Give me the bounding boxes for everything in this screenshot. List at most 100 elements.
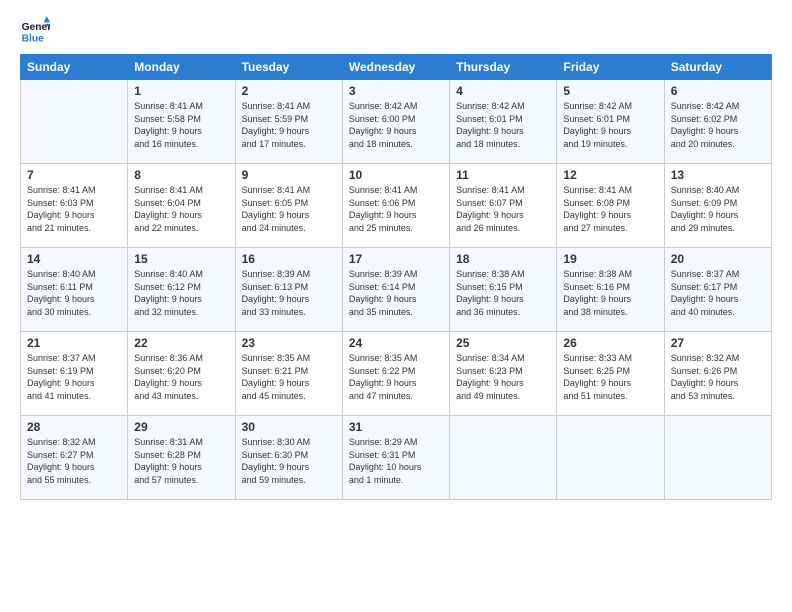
cell-line: Daylight: 9 hours (456, 126, 524, 136)
day-number: 5 (563, 84, 657, 98)
cell-line: and 32 minutes. (134, 307, 198, 317)
cell-line: and 49 minutes. (456, 391, 520, 401)
calendar-cell: 27 Sunrise: 8:32 AMSunset: 6:26 PMDayligh… (664, 332, 771, 416)
cell-line: and 20 minutes. (671, 139, 735, 149)
cell-line: Sunrise: 8:42 AM (671, 101, 740, 111)
calendar-page: General Blue SundayMondayTuesdayWednesda… (0, 0, 792, 612)
day-number: 17 (349, 252, 443, 266)
logo: General Blue (20, 16, 58, 46)
cell-line: Sunset: 6:22 PM (349, 366, 416, 376)
cell-line: Daylight: 9 hours (134, 378, 202, 388)
calendar-table: SundayMondayTuesdayWednesdayThursdayFrid… (20, 54, 772, 500)
day-number: 16 (242, 252, 336, 266)
cell-content: Sunrise: 8:36 AMSunset: 6:20 PMDaylight:… (134, 352, 228, 402)
cell-line: Sunset: 6:08 PM (563, 198, 630, 208)
cell-line: Daylight: 9 hours (134, 462, 202, 472)
day-number: 18 (456, 252, 550, 266)
cell-line: Daylight: 9 hours (242, 462, 310, 472)
cell-content: Sunrise: 8:41 AMSunset: 6:05 PMDaylight:… (242, 184, 336, 234)
cell-line: Sunrise: 8:29 AM (349, 437, 418, 447)
cell-content: Sunrise: 8:35 AM Sunset: 6:22 PM Daylight:… (349, 352, 443, 402)
day-number: 2 (242, 84, 336, 98)
calendar-cell: 18Sunrise: 8:38 AMSunset: 6:15 PMDayligh… (450, 248, 557, 332)
cell-line: Sunset: 6:13 PM (242, 282, 309, 292)
cell-line: Sunset: 6:04 PM (134, 198, 201, 208)
cell-content: Sunrise: 8:37 AMSunset: 6:17 PMDaylight:… (671, 268, 765, 318)
day-number: 10 (349, 168, 443, 182)
day-number: 27 (671, 336, 765, 350)
cell-line: and 38 minutes. (563, 307, 627, 317)
cell-line: Sunset: 6:25 PM (563, 366, 630, 376)
cell-line: Sunset: 6:02 PM (671, 114, 738, 124)
cell-line: Sunrise: 8:40 AM (671, 185, 740, 195)
cell-line: Sunrise: 8:35 AM (349, 353, 418, 363)
day-number: 30 (242, 420, 336, 434)
cell-content: Sunrise: 8:38 AMSunset: 6:16 PMDaylight:… (563, 268, 657, 318)
cell-line: Sunrise: 8:40 AM (134, 269, 203, 279)
cell-line: Sunset: 6:06 PM (349, 198, 416, 208)
calendar-cell: 15Sunrise: 8:40 AMSunset: 6:12 PMDayligh… (128, 248, 235, 332)
day-number: 1 (134, 84, 228, 98)
cell-line: Sunrise: 8:32 AM (27, 437, 96, 447)
calendar-week-row: 7Sunrise: 8:41 AMSunset: 6:03 PMDaylight… (21, 164, 772, 248)
cell-content: Sunrise: 8:39 AMSunset: 6:14 PMDaylight:… (349, 268, 443, 318)
cell-content: Sunrise: 8:40 AMSunset: 6:09 PMDaylight:… (671, 184, 765, 234)
cell-content: Sunrise: 8:32 AMSunset: 6:26 PMDaylight:… (671, 352, 765, 402)
cell-line: Daylight: 9 hours (671, 378, 739, 388)
cell-line: and 18 minutes. (456, 139, 520, 149)
cell-line: Sunset: 6:28 PM (134, 450, 201, 460)
cell-line: and 33 minutes. (242, 307, 306, 317)
calendar-cell: 30 Sunrise: 8:30 AMSunset: 6:30 PMDayligh… (235, 416, 342, 500)
cell-line: Sunset: 6:21 PM (242, 366, 309, 376)
cell-line: and 51 minutes. (563, 391, 627, 401)
cell-content: Sunrise: 8:37 AMSunset: 6:19 PMDaylight:… (27, 352, 121, 402)
cell-line: Sunrise: 8:41 AM (134, 185, 203, 195)
cell-line: Daylight: 9 hours (27, 294, 95, 304)
cell-line: Sunset: 6:27 PM (27, 450, 94, 460)
cell-content: Sunrise: 8:29 AMSunset: 6:31 PMDaylight:… (349, 436, 443, 486)
cell-line: Daylight: 9 hours (349, 378, 417, 388)
day-number: 22 (134, 336, 228, 350)
cell-line: and 35 minutes. (349, 307, 413, 317)
calendar-cell: 13Sunrise: 8:40 AMSunset: 6:09 PMDayligh… (664, 164, 771, 248)
cell-line: Sunset: 6:01 PM (563, 114, 630, 124)
cell-line: and 29 minutes. (671, 223, 735, 233)
cell-line: and 45 minutes. (242, 391, 306, 401)
day-number: 26 (563, 336, 657, 350)
cell-line: Sunset: 5:59 PM (242, 114, 309, 124)
calendar-cell: 29Sunrise: 8:31 AMSunset: 6:28 PMDayligh… (128, 416, 235, 500)
day-number: 14 (27, 252, 121, 266)
cell-content: Sunrise: 8:41 AMSunset: 5:59 PMDaylight:… (242, 100, 336, 150)
day-number: 29 (134, 420, 228, 434)
cell-content: Sunrise: 8:42 AMSunset: 6:01 PMDaylight:… (456, 100, 550, 150)
calendar-cell: 28Sunrise: 8:32 AMSunset: 6:27 PMDayligh… (21, 416, 128, 500)
cell-line: Sunrise: 8:39 AM (349, 269, 418, 279)
calendar-cell: 2 Sunrise: 8:41 AMSunset: 5:59 PMDaylight… (235, 80, 342, 164)
day-number: 19 (563, 252, 657, 266)
day-number: 21 (27, 336, 121, 350)
cell-line: and 30 minutes. (27, 307, 91, 317)
cell-line: Daylight: 9 hours (27, 462, 95, 472)
day-number: 12 (563, 168, 657, 182)
calendar-cell (21, 80, 128, 164)
calendar-cell: 23Sunrise: 8:35 AMSunset: 6:21 PMDayligh… (235, 332, 342, 416)
calendar-cell: 16Sunrise: 8:39 AMSunset: 6:13 PMDayligh… (235, 248, 342, 332)
cell-line: and 53 minutes. (671, 391, 735, 401)
cell-line: and 18 minutes. (349, 139, 413, 149)
cell-line: Daylight: 9 hours (134, 294, 202, 304)
cell-line: Sunset: 6:07 PM (456, 198, 523, 208)
calendar-cell: 24Sunrise: 8:35 AMSunset: 6:22 PMDayligh… (342, 332, 449, 416)
cell-line: Daylight: 9 hours (134, 126, 202, 136)
cell-line: Sunrise: 8:36 AM (134, 353, 203, 363)
cell-line: Sunrise: 8:42 AM (563, 101, 632, 111)
cell-content: Sunrise: 8:30 AMSunset: 6:30 PMDaylight:… (242, 436, 336, 486)
calendar-cell: 12Sunrise: 8:41 AMSunset: 6:08 PMDayligh… (557, 164, 664, 248)
cell-line: Sunset: 6:01 PM (456, 114, 523, 124)
weekday-header: Sunday (21, 55, 128, 80)
cell-line: Sunrise: 8:42 AM (349, 101, 418, 111)
cell-line: Daylight: 9 hours (563, 378, 631, 388)
cell-line: Sunset: 6:31 PM (349, 450, 416, 460)
cell-content: Sunrise: 8:41 AMSunset: 5:58 PMDaylight:… (134, 100, 228, 150)
cell-line: Sunrise: 8:33 AM (563, 353, 632, 363)
cell-line: and 25 minutes. (349, 223, 413, 233)
